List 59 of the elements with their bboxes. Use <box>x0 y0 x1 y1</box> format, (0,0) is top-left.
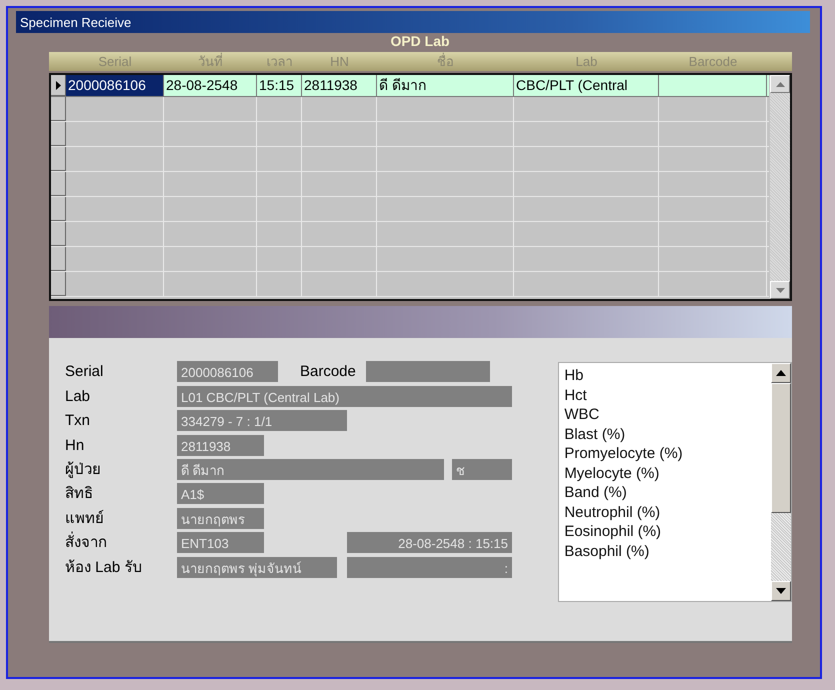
field-label: สิทธิ <box>65 484 94 504</box>
down-arrow-icon <box>776 288 785 292</box>
list-item[interactable]: WBC <box>564 405 771 424</box>
grid-title: OPD Lab <box>390 33 450 51</box>
table-cell: 2811938 <box>302 75 377 96</box>
table-cell: 2000086106 <box>66 75 164 96</box>
column-header[interactable]: Barcode <box>659 52 767 71</box>
field-label: Barcode <box>300 362 356 382</box>
list-item[interactable]: Neutrophil (%) <box>564 502 771 522</box>
input-field[interactable]: : <box>347 556 512 578</box>
scroll-down-button[interactable] <box>771 581 791 601</box>
column-header[interactable]: วันที่ <box>164 52 257 71</box>
list-item[interactable]: Promyelocyte (%) <box>564 444 771 464</box>
input-field[interactable]: 2811938 <box>177 434 264 456</box>
up-arrow-icon <box>776 82 785 86</box>
table-cell: ดี ดีมาก <box>377 75 514 96</box>
input-field[interactable]: ENT103 <box>177 532 264 554</box>
input-field[interactable]: นายกฤตพร พุ่มจันทน์ <box>177 556 337 578</box>
table-cell: CBC/PLT (Central <box>514 75 659 96</box>
field-label: Txn <box>65 411 92 432</box>
scrollbar[interactable] <box>771 363 791 601</box>
list-item[interactable]: Hb <box>564 366 771 386</box>
table-row[interactable]: 2000086106 28-08-2548 15:15 2811938 ดี ดีมาก CBC/PLT (Central <box>51 75 770 97</box>
list-item[interactable]: Myelocyte (%) <box>564 464 771 483</box>
field-label: แพทย์ <box>65 508 105 529</box>
column-header[interactable]: Serial <box>66 52 164 71</box>
down-arrow-icon <box>776 588 786 594</box>
input-field[interactable]: 2000086106 <box>177 361 278 382</box>
table-cell: 28-08-2548 <box>164 75 257 96</box>
column-header[interactable]: Lab <box>514 52 659 71</box>
list-item[interactable]: Blast (%) <box>564 424 771 444</box>
field-label: Serial <box>65 362 104 382</box>
field-label: Hn <box>65 436 86 456</box>
list-item[interactable]: Eosinophil (%) <box>564 522 771 542</box>
field-label: ห้อง Lab รับ <box>65 558 144 578</box>
field-label: Lab <box>65 386 92 407</box>
field-label: สั่งจาก <box>65 533 177 554</box>
table-cell: 15:15 <box>257 75 302 96</box>
input-field[interactable]: A1$ <box>177 483 264 504</box>
window-title: Specimen Recieive <box>20 14 132 30</box>
input-field[interactable]: ช <box>452 458 512 480</box>
list-item[interactable]: Band (%) <box>564 483 771 502</box>
list-item[interactable]: Basophil (%) <box>564 542 771 561</box>
test-list[interactable]: Hb Hct WBC Blast (%) Promyelocyte (%) Myelocyte (%) Band (%) Neutrophil (%) Eosinophil (%) Basophil (%) <box>558 362 792 602</box>
scroll-up-button[interactable] <box>771 363 791 383</box>
input-field[interactable]: 28-08-2548 : 15:15 <box>347 532 512 554</box>
field-label: ผู้ป่วย <box>65 460 102 480</box>
input-field[interactable]: ดี ดีมาก <box>177 458 444 480</box>
input-field[interactable]: นายกฤตพร <box>177 508 264 529</box>
list-item[interactable]: Hct <box>564 386 771 405</box>
input-field[interactable]: 334279 - 7 : 1/1 <box>177 410 347 432</box>
column-header[interactable]: เวลา <box>257 52 302 71</box>
column-header[interactable]: HN <box>302 52 377 71</box>
column-header[interactable]: ชื่อ <box>377 52 514 71</box>
scroll-thumb[interactable] <box>771 383 791 513</box>
row-indicator[interactable] <box>51 75 66 96</box>
input-field[interactable]: L01 CBC/PLT (Central Lab) <box>177 386 512 407</box>
input-field[interactable] <box>366 361 490 382</box>
up-arrow-icon <box>776 370 786 376</box>
